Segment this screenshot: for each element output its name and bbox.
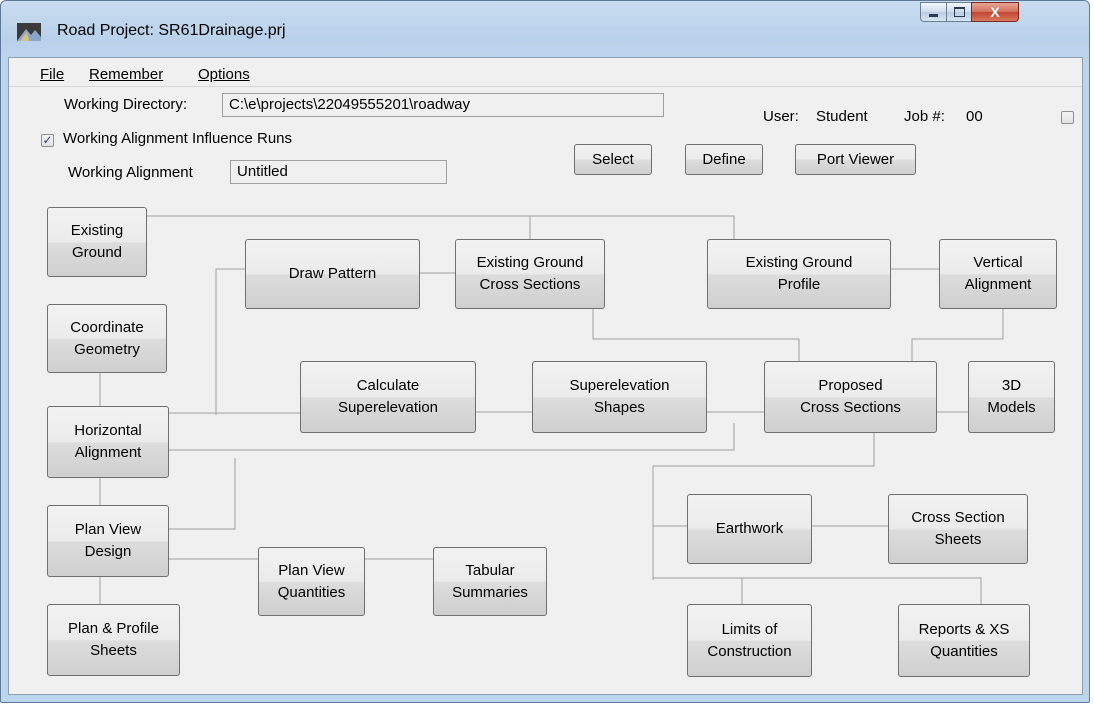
application-window: Road Project: SR61Drainage.prj X File Re… — [0, 0, 1090, 703]
close-icon: X — [990, 4, 1000, 20]
node-proposed-cross-sections[interactable]: Proposed Cross Sections — [764, 361, 937, 433]
node-existing-ground[interactable]: Existing Ground — [47, 207, 147, 277]
connector-existing-ground — [147, 215, 735, 239]
node-plan-view-quantities[interactable]: Plan View Quantities — [258, 547, 365, 616]
minimize-icon — [929, 14, 938, 17]
node-limits-of-construction[interactable]: Limits of Construction — [687, 604, 812, 677]
minimize-button[interactable] — [920, 2, 947, 22]
title-bar[interactable]: Road Project: SR61Drainage.prj X — [1, 1, 1089, 57]
node-plan-view-design[interactable]: Plan View Design — [47, 505, 169, 577]
node-earthwork[interactable]: Earthwork — [687, 494, 812, 564]
node-calculate-superelevation[interactable]: Calculate Superelevation — [300, 361, 476, 433]
node-coordinate-geometry[interactable]: Coordinate Geometry — [47, 304, 167, 373]
node-tabular-summaries[interactable]: Tabular Summaries — [433, 547, 547, 616]
connector-planview-draw — [169, 458, 236, 530]
node-vertical-alignment[interactable]: Vertical Alignment — [939, 239, 1057, 309]
maximize-icon — [953, 7, 965, 17]
node-superelevation-shapes[interactable]: Superelevation Shapes — [532, 361, 707, 433]
connector-vertical-proposed — [911, 309, 1004, 361]
node-draw-pattern[interactable]: Draw Pattern — [245, 239, 420, 309]
node-existing-ground-profile[interactable]: Existing Ground Profile — [707, 239, 891, 309]
node-cross-section-sheets[interactable]: Cross Section Sheets — [888, 494, 1028, 564]
node-plan-profile-sheets[interactable]: Plan & Profile Sheets — [47, 604, 180, 676]
window-title: Road Project: SR61Drainage.prj — [57, 22, 286, 39]
node-3d-models[interactable]: 3D Models — [968, 361, 1055, 433]
road-app-icon — [17, 23, 41, 41]
connector-earthwork-limits — [653, 577, 982, 604]
node-reports-xs-quantities[interactable]: Reports & XS Quantities — [898, 604, 1030, 677]
client-area: File Remember Options Working Directory:… — [8, 57, 1083, 695]
node-existing-ground-cross-sections[interactable]: Existing Ground Cross Sections — [455, 239, 605, 309]
connector-xs-proposed — [592, 309, 800, 361]
node-horizontal-alignment[interactable]: Horizontal Alignment — [47, 406, 169, 478]
close-button[interactable]: X — [971, 2, 1019, 22]
connector-draw-pattern — [215, 268, 245, 415]
maximize-button[interactable] — [946, 2, 972, 22]
